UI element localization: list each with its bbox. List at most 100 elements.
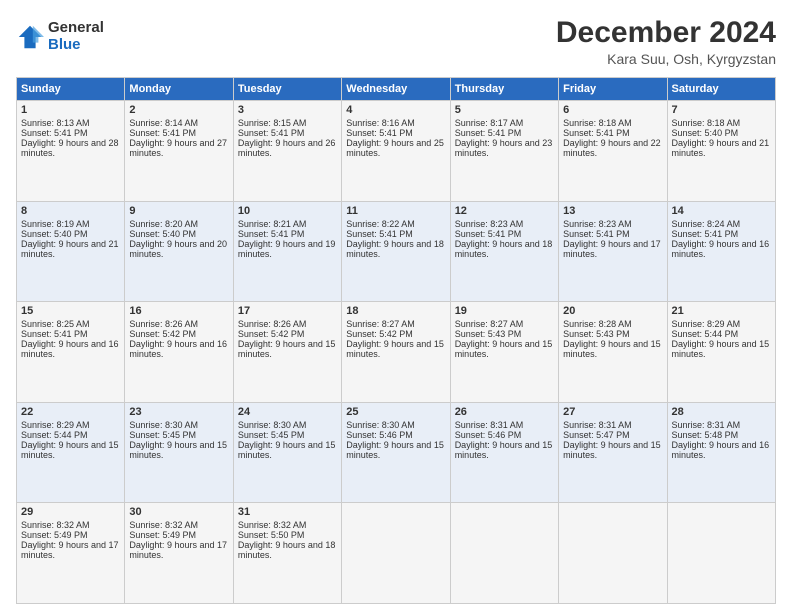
table-row: 10 Sunrise: 8:21 AM Sunset: 5:41 PM Dayl… [233, 201, 341, 302]
sunset-label: Sunset: 5:41 PM [672, 229, 739, 239]
day-number: 28 [672, 406, 771, 418]
table-row: 29 Sunrise: 8:32 AM Sunset: 5:49 PM Dayl… [17, 503, 125, 604]
calendar-row: 29 Sunrise: 8:32 AM Sunset: 5:49 PM Dayl… [17, 503, 776, 604]
daylight-label: Daylight: 9 hours and 17 minutes. [563, 239, 661, 259]
location-title: Kara Suu, Osh, Kyrgyzstan [556, 51, 776, 67]
sunset-label: Sunset: 5:44 PM [672, 329, 739, 339]
table-row: 9 Sunrise: 8:20 AM Sunset: 5:40 PM Dayli… [125, 201, 233, 302]
logo-general: General [48, 20, 104, 37]
day-number: 10 [238, 205, 337, 217]
sunrise-label: Sunrise: 8:27 AM [346, 319, 415, 329]
table-row: 25 Sunrise: 8:30 AM Sunset: 5:46 PM Dayl… [342, 402, 450, 503]
sunset-label: Sunset: 5:47 PM [563, 430, 630, 440]
sunset-label: Sunset: 5:40 PM [672, 128, 739, 138]
sunset-label: Sunset: 5:41 PM [238, 128, 305, 138]
table-row: 1 Sunrise: 8:13 AM Sunset: 5:41 PM Dayli… [17, 101, 125, 202]
sunrise-label: Sunrise: 8:31 AM [455, 420, 524, 430]
sunset-label: Sunset: 5:42 PM [238, 329, 305, 339]
sunset-label: Sunset: 5:41 PM [455, 128, 522, 138]
sunset-label: Sunset: 5:43 PM [563, 329, 630, 339]
col-tuesday: Tuesday [233, 78, 341, 101]
col-wednesday: Wednesday [342, 78, 450, 101]
sunrise-label: Sunrise: 8:29 AM [21, 420, 90, 430]
day-number: 20 [563, 305, 662, 317]
sunset-label: Sunset: 5:43 PM [455, 329, 522, 339]
table-row: 13 Sunrise: 8:23 AM Sunset: 5:41 PM Dayl… [559, 201, 667, 302]
sunrise-label: Sunrise: 8:31 AM [672, 420, 741, 430]
table-row: 27 Sunrise: 8:31 AM Sunset: 5:47 PM Dayl… [559, 402, 667, 503]
table-row: 2 Sunrise: 8:14 AM Sunset: 5:41 PM Dayli… [125, 101, 233, 202]
sunset-label: Sunset: 5:41 PM [563, 229, 630, 239]
day-number: 9 [129, 205, 228, 217]
sunrise-label: Sunrise: 8:26 AM [129, 319, 198, 329]
sunset-label: Sunset: 5:41 PM [346, 128, 413, 138]
calendar-row: 15 Sunrise: 8:25 AM Sunset: 5:41 PM Dayl… [17, 302, 776, 403]
day-number: 18 [346, 305, 445, 317]
day-number: 6 [563, 104, 662, 116]
sunrise-label: Sunrise: 8:24 AM [672, 219, 741, 229]
daylight-label: Daylight: 9 hours and 15 minutes. [563, 440, 661, 460]
day-number: 15 [21, 305, 120, 317]
sunset-label: Sunset: 5:41 PM [21, 329, 88, 339]
day-number: 21 [672, 305, 771, 317]
day-number: 17 [238, 305, 337, 317]
sunrise-label: Sunrise: 8:17 AM [455, 118, 524, 128]
col-thursday: Thursday [450, 78, 558, 101]
sunset-label: Sunset: 5:42 PM [346, 329, 413, 339]
table-row: 11 Sunrise: 8:22 AM Sunset: 5:41 PM Dayl… [342, 201, 450, 302]
daylight-label: Daylight: 9 hours and 18 minutes. [346, 239, 444, 259]
table-row: 23 Sunrise: 8:30 AM Sunset: 5:45 PM Dayl… [125, 402, 233, 503]
sunrise-label: Sunrise: 8:32 AM [21, 520, 90, 530]
sunrise-label: Sunrise: 8:18 AM [672, 118, 741, 128]
daylight-label: Daylight: 9 hours and 28 minutes. [21, 138, 119, 158]
table-row: 8 Sunrise: 8:19 AM Sunset: 5:40 PM Dayli… [17, 201, 125, 302]
table-row: 5 Sunrise: 8:17 AM Sunset: 5:41 PM Dayli… [450, 101, 558, 202]
table-row: 4 Sunrise: 8:16 AM Sunset: 5:41 PM Dayli… [342, 101, 450, 202]
day-number: 2 [129, 104, 228, 116]
daylight-label: Daylight: 9 hours and 25 minutes. [346, 138, 444, 158]
header-row: Sunday Monday Tuesday Wednesday Thursday… [17, 78, 776, 101]
daylight-label: Daylight: 9 hours and 16 minutes. [672, 440, 770, 460]
sunset-label: Sunset: 5:42 PM [129, 329, 196, 339]
header: General Blue December 2024 Kara Suu, Osh… [16, 16, 776, 67]
daylight-label: Daylight: 9 hours and 16 minutes. [21, 339, 119, 359]
day-number: 27 [563, 406, 662, 418]
sunrise-label: Sunrise: 8:23 AM [455, 219, 524, 229]
table-row: 21 Sunrise: 8:29 AM Sunset: 5:44 PM Dayl… [667, 302, 775, 403]
sunrise-label: Sunrise: 8:16 AM [346, 118, 415, 128]
sunrise-label: Sunrise: 8:28 AM [563, 319, 632, 329]
daylight-label: Daylight: 9 hours and 22 minutes. [563, 138, 661, 158]
daylight-label: Daylight: 9 hours and 15 minutes. [672, 339, 770, 359]
sunset-label: Sunset: 5:49 PM [21, 530, 88, 540]
col-friday: Friday [559, 78, 667, 101]
daylight-label: Daylight: 9 hours and 18 minutes. [455, 239, 553, 259]
col-monday: Monday [125, 78, 233, 101]
day-number: 12 [455, 205, 554, 217]
sunset-label: Sunset: 5:48 PM [672, 430, 739, 440]
daylight-label: Daylight: 9 hours and 16 minutes. [672, 239, 770, 259]
sunrise-label: Sunrise: 8:20 AM [129, 219, 198, 229]
sunset-label: Sunset: 5:41 PM [346, 229, 413, 239]
sunrise-label: Sunrise: 8:30 AM [129, 420, 198, 430]
page: General Blue December 2024 Kara Suu, Osh… [0, 0, 792, 612]
sunrise-label: Sunrise: 8:22 AM [346, 219, 415, 229]
sunrise-label: Sunrise: 8:19 AM [21, 219, 90, 229]
day-number: 23 [129, 406, 228, 418]
day-number: 1 [21, 104, 120, 116]
table-row: 28 Sunrise: 8:31 AM Sunset: 5:48 PM Dayl… [667, 402, 775, 503]
daylight-label: Daylight: 9 hours and 15 minutes. [455, 440, 553, 460]
table-row: 30 Sunrise: 8:32 AM Sunset: 5:49 PM Dayl… [125, 503, 233, 604]
logo-blue: Blue [48, 37, 104, 54]
daylight-label: Daylight: 9 hours and 15 minutes. [238, 440, 336, 460]
day-number: 5 [455, 104, 554, 116]
col-sunday: Sunday [17, 78, 125, 101]
sunset-label: Sunset: 5:41 PM [21, 128, 88, 138]
day-number: 8 [21, 205, 120, 217]
calendar-row: 22 Sunrise: 8:29 AM Sunset: 5:44 PM Dayl… [17, 402, 776, 503]
day-number: 30 [129, 506, 228, 518]
table-row: 16 Sunrise: 8:26 AM Sunset: 5:42 PM Dayl… [125, 302, 233, 403]
day-number: 14 [672, 205, 771, 217]
table-row: 20 Sunrise: 8:28 AM Sunset: 5:43 PM Dayl… [559, 302, 667, 403]
daylight-label: Daylight: 9 hours and 17 minutes. [129, 540, 227, 560]
table-row: 3 Sunrise: 8:15 AM Sunset: 5:41 PM Dayli… [233, 101, 341, 202]
